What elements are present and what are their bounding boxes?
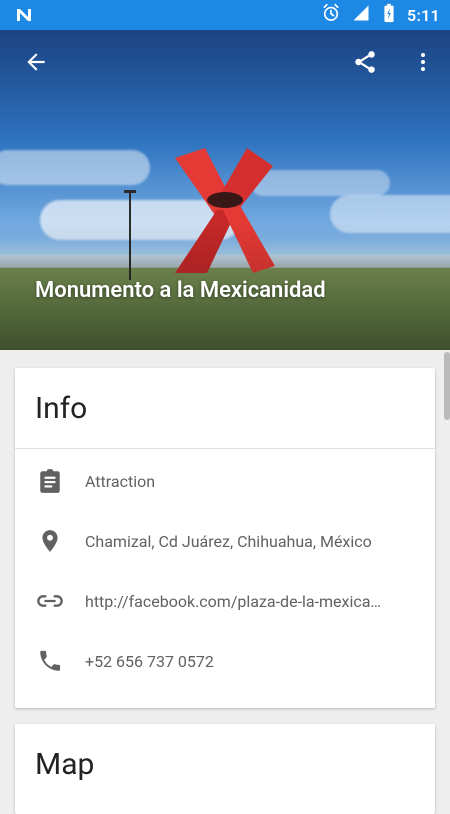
share-icon	[352, 49, 378, 79]
clipboard-icon	[15, 468, 85, 494]
info-row-text: Chamizal, Cd Juárez, Chihuahua, México	[85, 531, 372, 551]
share-button[interactable]	[347, 46, 383, 82]
info-row-text: http://facebook.com/plaza-de-la-mexica…	[85, 591, 382, 611]
info-row-website[interactable]: http://facebook.com/plaza-de-la-mexica…	[15, 571, 435, 631]
info-row-text: Attraction	[85, 471, 156, 491]
scrollbar[interactable]	[444, 352, 450, 420]
map-card: Map	[15, 724, 435, 814]
info-row-phone[interactable]: +52 656 737 0572	[15, 631, 435, 691]
battery-charging-icon	[381, 2, 397, 28]
info-row-text: +52 656 737 0572	[85, 651, 214, 671]
toolbar	[0, 30, 450, 100]
map-card-title: Map	[35, 746, 95, 782]
link-icon	[15, 587, 85, 615]
location-pin-icon	[15, 528, 85, 554]
info-card: Info Attraction Chamizal, Cd Juárez, Chi…	[15, 368, 435, 708]
place-title: Monumento a la Mexicanidad	[35, 278, 326, 303]
status-icons: 5:11	[321, 0, 440, 30]
info-row-address[interactable]: Chamizal, Cd Juárez, Chihuahua, México	[15, 511, 435, 571]
info-card-title: Info	[35, 390, 88, 426]
signal-icon	[351, 3, 371, 27]
n-icon	[14, 5, 34, 25]
alarm-icon	[321, 3, 341, 27]
phone-icon	[15, 648, 85, 674]
status-time: 5:11	[407, 5, 440, 25]
more-options-button[interactable]	[405, 46, 441, 82]
more-vert-icon	[411, 50, 435, 78]
info-rows: Attraction Chamizal, Cd Juárez, Chihuahu…	[15, 449, 435, 691]
status-bar: 5:11	[0, 0, 450, 30]
info-row-category[interactable]: Attraction	[15, 451, 435, 511]
back-button[interactable]	[18, 46, 54, 82]
back-arrow-icon	[23, 49, 49, 79]
